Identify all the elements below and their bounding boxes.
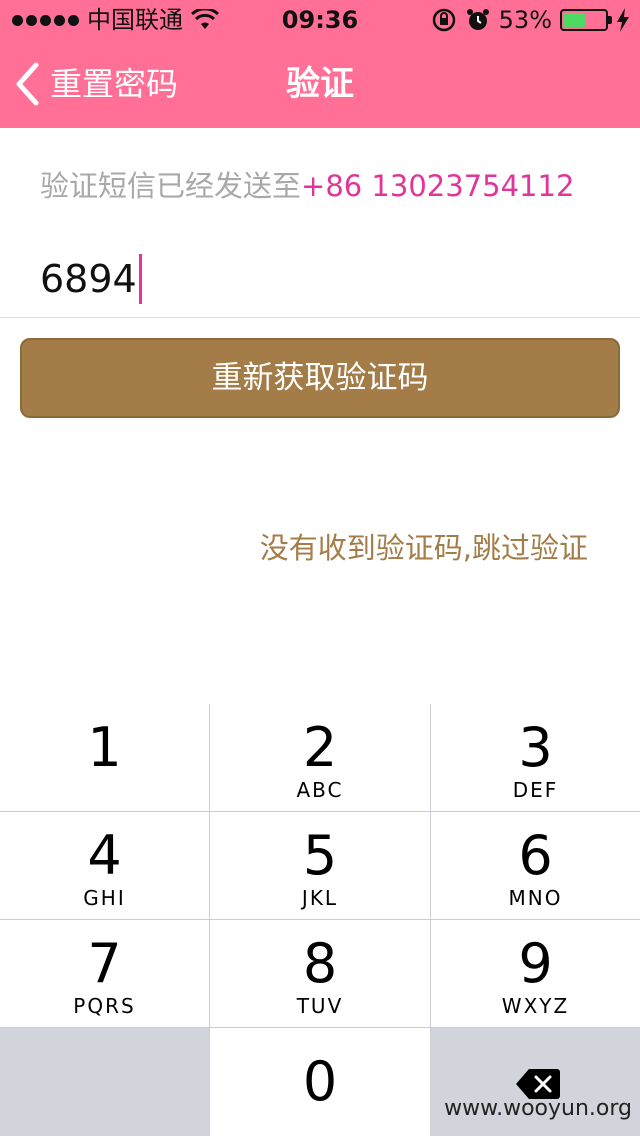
code-field-row: 6894 bbox=[0, 240, 640, 318]
numeric-keypad: 1 2 ABC 3 DEF 4 GHI 5 JKL 6 MNO 7 PQRS 8… bbox=[0, 704, 640, 1136]
key-digit: 7 bbox=[87, 932, 122, 995]
key-6[interactable]: 6 MNO bbox=[431, 812, 640, 919]
sent-info: 验证短信已经发送至+86 13023754112 bbox=[40, 166, 574, 206]
key-digit: 3 bbox=[518, 716, 553, 779]
key-0[interactable]: 0 bbox=[210, 1028, 430, 1136]
key-letters: DEF bbox=[512, 778, 559, 802]
key-9[interactable]: 9 WXYZ bbox=[431, 920, 640, 1027]
code-value: 6894 bbox=[40, 257, 137, 301]
text-caret bbox=[138, 254, 142, 304]
status-left: 中国联通 bbox=[12, 6, 219, 34]
status-right: 53% bbox=[431, 6, 630, 34]
wifi-icon bbox=[191, 9, 219, 29]
key-7[interactable]: 7 PQRS bbox=[0, 920, 209, 1027]
alarm-icon bbox=[466, 9, 489, 30]
key-digit: 1 bbox=[87, 716, 122, 779]
key-letters: MNO bbox=[508, 886, 563, 910]
battery-percent: 53% bbox=[498, 6, 552, 34]
key-1[interactable]: 1 bbox=[0, 704, 209, 811]
page-title: 验证 bbox=[286, 64, 354, 104]
key-8[interactable]: 8 TUV bbox=[210, 920, 430, 1027]
key-2[interactable]: 2 ABC bbox=[210, 704, 430, 811]
nav-bar: 重置密码 验证 bbox=[0, 40, 640, 128]
header: 中国联通 09:36 53% 重置密码 验证 bbox=[0, 0, 640, 128]
sent-label: 验证短信已经发送至 bbox=[40, 169, 302, 203]
key-digit: 2 bbox=[302, 716, 338, 779]
key-blank bbox=[0, 1028, 209, 1136]
key-digit: 5 bbox=[302, 824, 338, 887]
signal-dots-icon bbox=[12, 14, 79, 26]
phone-number: +86 13023754112 bbox=[301, 169, 575, 203]
key-letters: TUV bbox=[296, 994, 344, 1018]
skip-verification-link[interactable]: 没有收到验证码,跳过验证 bbox=[260, 528, 588, 568]
key-letters: JKL bbox=[301, 886, 339, 910]
key-letters: WXYZ bbox=[501, 994, 570, 1018]
key-digit: 9 bbox=[518, 932, 553, 995]
back-label: 重置密码 bbox=[50, 65, 179, 103]
key-3[interactable]: 3 DEF bbox=[431, 704, 640, 811]
verification-code-input[interactable]: 6894 bbox=[40, 254, 142, 304]
key-digit: 4 bbox=[87, 824, 122, 887]
chevron-left-icon bbox=[16, 62, 39, 106]
key-4[interactable]: 4 GHI bbox=[0, 812, 209, 919]
key-letters: GHI bbox=[83, 886, 126, 910]
key-letters: ABC bbox=[296, 778, 344, 802]
key-digit: 0 bbox=[302, 1050, 338, 1113]
carrier-name: 中国联通 bbox=[87, 6, 183, 34]
rotation-lock-icon bbox=[432, 8, 455, 32]
key-letters: PQRS bbox=[73, 994, 136, 1018]
key-digit: 8 bbox=[302, 932, 338, 995]
back-button[interactable]: 重置密码 bbox=[14, 58, 178, 110]
battery-fill bbox=[564, 13, 586, 27]
key-5[interactable]: 5 JKL bbox=[210, 812, 430, 919]
watermark-text: www.wooyun.org bbox=[444, 1096, 632, 1121]
status-bar: 中国联通 09:36 53% bbox=[0, 0, 640, 40]
charging-bolt-icon bbox=[617, 8, 629, 32]
battery-icon bbox=[560, 9, 612, 31]
key-digit: 6 bbox=[518, 824, 553, 887]
resend-code-button[interactable]: 重新获取验证码 bbox=[20, 338, 620, 418]
